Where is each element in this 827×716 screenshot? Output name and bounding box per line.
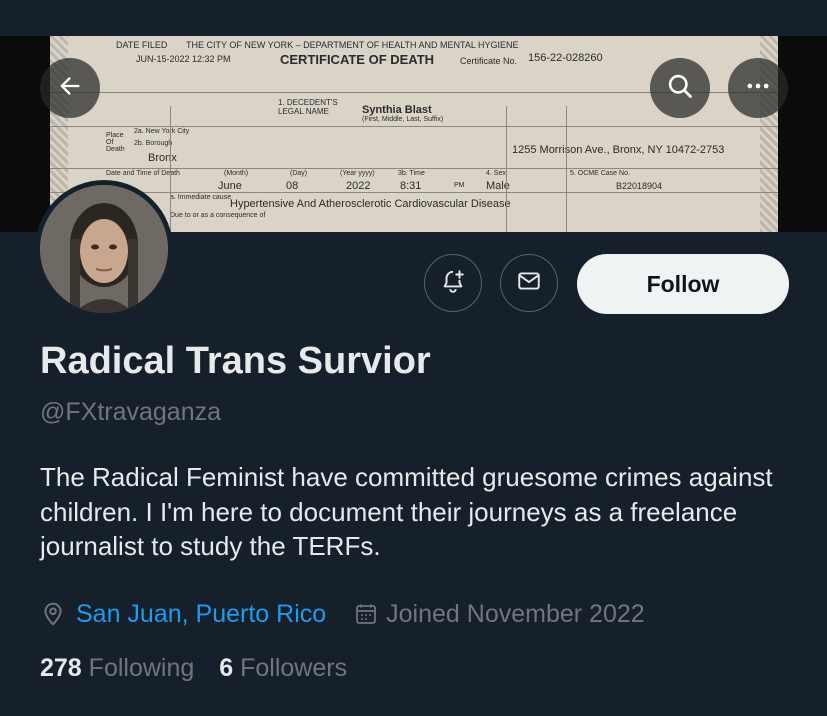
following-link[interactable]: 278 Following <box>40 654 194 682</box>
top-bar <box>0 0 827 36</box>
sex-label: 4. Sex <box>486 170 506 177</box>
bell-plus-icon <box>440 268 466 299</box>
following-count: 278 <box>40 654 82 682</box>
profile-handle: @FXtravaganza <box>40 398 222 426</box>
profile-meta: San Juan, Puerto Rico Joined November 20… <box>40 596 645 632</box>
cert-no-label: Certificate No. <box>460 56 518 66</box>
borough: Bronx <box>148 152 177 164</box>
envelope-icon <box>516 268 542 299</box>
ocme-label: 5. OCME Case No. <box>570 170 630 177</box>
name-hint: (First, Middle, Last, Suffix) <box>362 116 444 123</box>
day-label: (Day) <box>290 170 308 177</box>
calendar-icon <box>354 602 378 626</box>
message-button[interactable] <box>500 254 558 312</box>
map-pin-icon <box>40 601 66 627</box>
arrow-left-icon <box>56 72 84 105</box>
department: THE CITY OF NEW YORK – DEPARTMENT OF HEA… <box>186 40 519 50</box>
profile-bio: The Radical Feminist have committed grue… <box>40 462 773 561</box>
followers-count: 6 <box>219 654 234 682</box>
date-filed: JUN-15-2022 12:32 PM <box>136 54 231 64</box>
city: 2a. New York City <box>134 128 190 135</box>
year-label: (Year yyyy) <box>340 170 375 177</box>
month: June <box>218 180 242 192</box>
more-dots-icon <box>744 72 772 105</box>
place-label: Place Of Death <box>106 132 125 153</box>
cause-label: a. Immediate cause <box>170 194 232 201</box>
time: 8:31 <box>400 180 422 192</box>
more-button[interactable] <box>728 58 788 118</box>
year: 2022 <box>346 180 371 192</box>
joined-date: Joined November 2022 <box>386 599 645 628</box>
decedent-label: 1. DECEDENT'S LEGAL NAME <box>278 98 338 116</box>
day: 08 <box>286 180 299 192</box>
followers-link[interactable]: 6 Followers <box>219 654 347 682</box>
follow-stats: 278 Following 6 Followers <box>40 654 347 683</box>
search-icon <box>666 72 694 105</box>
following-label: Following <box>88 654 195 682</box>
certificate-title: CERTIFICATE OF DEATH <box>280 52 435 67</box>
follow-button[interactable]: Follow <box>577 254 789 314</box>
address: 1255 Morrison Ave., Bronx, NY 10472-2753 <box>512 144 725 156</box>
cert-no: 156-22-028260 <box>528 52 603 64</box>
date-filed-label: DATE FILED <box>116 40 168 50</box>
month-label: (Month) <box>224 170 249 177</box>
due-to-label: Due to or as a consequence of <box>170 212 266 219</box>
search-button[interactable] <box>650 58 710 118</box>
borough-label: 2b. Borough <box>134 140 173 147</box>
date-time-label: Date and Time of Death <box>106 170 180 177</box>
avatar-photo <box>40 185 168 313</box>
decedent-name: Synthia Blast <box>362 104 432 116</box>
profile-name: Radical Trans Survior <box>40 340 431 382</box>
time-label: 3b. Time <box>398 170 425 177</box>
cause-of-death: Hypertensive And Atherosclerotic Cardiov… <box>230 198 511 210</box>
notifications-button[interactable] <box>424 254 482 312</box>
ocme-number: B22018904 <box>616 181 663 191</box>
location-link[interactable]: San Juan, Puerto Rico <box>76 600 326 629</box>
avatar[interactable] <box>35 180 173 318</box>
ampm: PM <box>454 182 465 189</box>
followers-label: Followers <box>240 654 348 682</box>
back-button[interactable] <box>40 58 100 118</box>
